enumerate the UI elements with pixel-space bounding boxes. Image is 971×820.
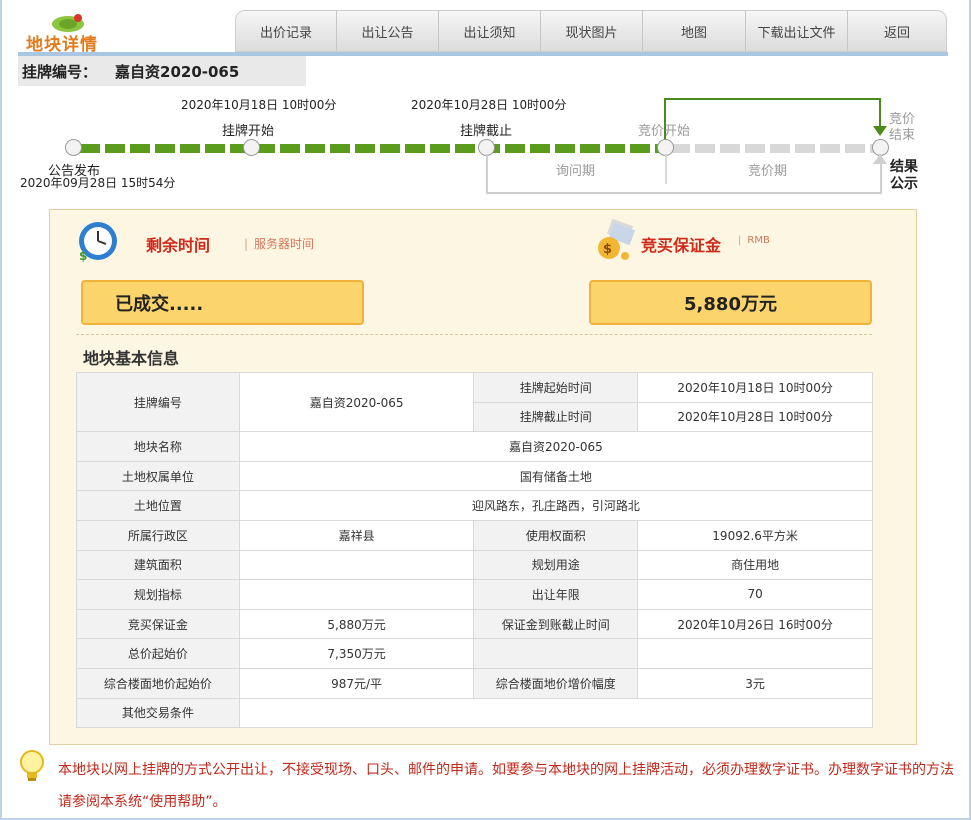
table-value: 嘉祥县 <box>238 519 475 551</box>
listing-start-label: 挂牌开始 <box>222 124 275 139</box>
table-key: 出让年限 <box>473 579 639 610</box>
bidding-period-label: 竞价期 <box>748 164 788 179</box>
lightbulb-icon <box>20 750 44 781</box>
tab-download[interactable]: 下载出让文件 <box>746 11 848 51</box>
listing-value: 嘉自资2020-065 <box>115 62 240 81</box>
table-value: 商住用地 <box>637 549 873 581</box>
table-row: 土地权属单位 国有储备土地 <box>76 460 874 492</box>
table-value: 7,350万元 <box>238 638 475 669</box>
table-key: 其他交易条件 <box>76 697 240 729</box>
table-value: 19092.6平方米 <box>637 519 873 551</box>
table-row: 地块名称 嘉自资2020-065 <box>76 431 874 462</box>
tab-map[interactable]: 地图 <box>643 11 746 51</box>
table-key: 规划指标 <box>76 579 240 610</box>
table-key: 综合楼面地价起始价 <box>76 667 240 699</box>
svg-text:$: $ <box>79 249 87 262</box>
basic-info-title: 地块基本信息 <box>83 349 180 368</box>
deposit-box: 5,880万元 <box>589 280 872 325</box>
table-key: 综合楼面地价增价幅度 <box>473 667 639 699</box>
table-value: 2020年10月28日 10时00分 <box>637 401 873 433</box>
node-notice <box>65 139 82 156</box>
table-value <box>238 579 475 610</box>
notice-datetime: 2020年09月28日 15时54分 <box>20 176 176 190</box>
table-row: 竞买保证金 5,880万元 保证金到账截止时间 2020年10月26日 16时0… <box>76 608 873 640</box>
timeline: 2020年10月18日 10时00分 2020年10月28日 10时00分 挂牌… <box>0 90 971 200</box>
progress-completed <box>80 144 665 153</box>
node-listing-start <box>243 139 260 156</box>
table-key <box>473 638 639 669</box>
table-key: 规划用途 <box>473 549 639 581</box>
money-bag-icon: $ <box>598 218 636 260</box>
table-key: 挂牌编号 <box>76 371 240 433</box>
table-key: 使用权面积 <box>473 519 639 551</box>
svg-text:$: $ <box>603 242 612 257</box>
table-value: 987元/平 <box>238 667 475 699</box>
table-row: 规划指标 出让年限 70 <box>76 579 873 610</box>
table-key: 竞买保证金 <box>76 608 240 640</box>
bidding-link-left <box>664 98 666 142</box>
listing-end-label: 挂牌截止 <box>460 124 513 139</box>
table-value: 5,880万元 <box>238 608 475 640</box>
table-key: 土地权属单位 <box>76 460 240 492</box>
deposit-title: 竞买保证金 <box>641 236 722 255</box>
table-row: 建筑面积 规划用途 商住用地 <box>76 549 873 581</box>
table-value: 2020年10月26日 16时00分 <box>637 608 873 640</box>
table-value: 嘉自资2020-065 <box>238 431 874 462</box>
table-value: 嘉自资2020-065 <box>238 371 475 433</box>
period-divider <box>665 154 667 184</box>
clock-icon: $ <box>79 222 117 262</box>
progress-remaining <box>670 144 875 153</box>
table-key: 挂牌起始时间 <box>473 372 639 403</box>
arrow-up-icon <box>873 154 887 164</box>
top-tabs: 出价记录 出让公告 出让须知 现状图片 地图 下载出让文件 返回 <box>235 10 947 52</box>
table-value: 迎风路东，孔庄路西，引河路北 <box>238 490 874 521</box>
listing-end-datetime: 2020年10月28日 10时00分 <box>411 98 567 112</box>
bidding-link-top <box>664 98 881 100</box>
tab-back[interactable]: 返回 <box>848 11 946 51</box>
table-value <box>238 697 874 729</box>
server-time-label: | 服务器时间 <box>244 237 315 251</box>
tab-announcement[interactable]: 出让公告 <box>337 11 439 51</box>
land-info-table: 挂牌编号 嘉自资2020-065 挂牌起始时间 2020年10月18日 10时0… <box>76 371 874 729</box>
table-row: 挂牌编号 嘉自资2020-065 挂牌起始时间 2020年10月18日 10时0… <box>76 371 873 433</box>
notice-text: 本地块以网上挂牌的方式公开出让，不接受现场、口头、邮件的申请。如要参与本地块的网… <box>58 762 954 810</box>
listing-start-datetime: 2020年10月18日 10时00分 <box>181 98 337 112</box>
currency-label: | RMB <box>738 235 770 246</box>
section-divider <box>76 334 872 335</box>
tab-notice[interactable]: 出让须知 <box>439 11 541 51</box>
table-value <box>637 638 873 669</box>
table-row: 其他交易条件 <box>76 697 874 729</box>
table-row: 所属行政区 嘉祥县 使用权面积 19092.6平方米 <box>76 519 873 551</box>
tab-photos[interactable]: 现状图片 <box>541 11 643 51</box>
bidding-link-right <box>879 98 881 128</box>
table-row: 总价起始价 7,350万元 <box>76 638 873 669</box>
table-key: 地块名称 <box>76 431 240 462</box>
period-bracket <box>486 154 882 194</box>
table-value: 70 <box>637 579 873 610</box>
table-key: 总价起始价 <box>76 638 240 669</box>
status-box: 已成交..... <box>81 280 364 325</box>
listing-label: 挂牌编号： <box>22 62 98 81</box>
table-key: 保证金到账截止时间 <box>473 608 639 640</box>
table-key: 挂牌截止时间 <box>473 401 639 433</box>
listing-number-bar: 挂牌编号： 嘉自资2020-065 <box>18 56 306 86</box>
result-label-2: 公示 <box>890 176 918 192</box>
table-value <box>238 549 475 581</box>
arrow-down-icon <box>873 126 887 136</box>
table-key: 建筑面积 <box>76 549 240 581</box>
table-row: 土地位置 迎风路东，孔庄路西，引河路北 <box>76 490 874 521</box>
inquiry-period-label: 询问期 <box>556 164 596 179</box>
bidding-end-label-2: 结束 <box>889 128 916 143</box>
tab-bid-records[interactable]: 出价记录 <box>236 11 337 51</box>
table-value: 3元 <box>637 667 873 699</box>
table-key: 所属行政区 <box>76 519 240 551</box>
table-value: 2020年10月18日 10时00分 <box>637 372 873 403</box>
table-value: 国有储备土地 <box>238 460 874 492</box>
remaining-time-title: 剩余时间 <box>146 236 211 255</box>
table-row: 综合楼面地价起始价 987元/平 综合楼面地价增价幅度 3元 <box>76 667 873 699</box>
logo: 地块详情 <box>18 10 233 55</box>
table-key: 土地位置 <box>76 490 240 521</box>
detail-panel: $ 剩余时间 | 服务器时间 $ 竞买保证金 | RMB 已成交..... 5,88… <box>49 209 917 745</box>
